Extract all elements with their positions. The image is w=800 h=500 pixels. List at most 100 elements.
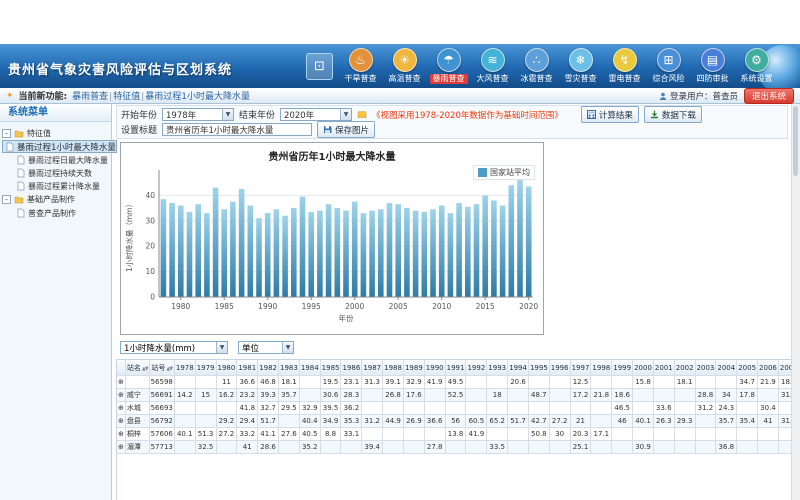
value-cell: 18.6	[612, 389, 633, 402]
tree-item[interactable]: 暴雨过程日最大降水量	[2, 154, 109, 167]
row-expand-icon[interactable]: ⊕	[117, 389, 125, 402]
col-station-id[interactable]: 站号▲▼	[149, 360, 174, 376]
value-cell	[174, 441, 195, 454]
end-year-select[interactable]: 2020年▼	[280, 108, 352, 121]
tree-item[interactable]: 暴雨过程累计降水量	[2, 180, 109, 193]
col-year-1992[interactable]: 1992	[466, 360, 487, 376]
tree-group[interactable]: -特征值	[2, 126, 109, 140]
calculate-button[interactable]: 计算结果	[581, 106, 639, 123]
nav-item-settings[interactable]: ⚙系统设置	[736, 48, 777, 84]
col-year-2002[interactable]: 2002	[674, 360, 695, 376]
data-download-button[interactable]: 数据下载	[644, 106, 702, 123]
col-year-1988[interactable]: 1988	[383, 360, 404, 376]
col-year-1981[interactable]: 1981	[237, 360, 258, 376]
nav-item-label: 系统设置	[741, 74, 773, 84]
value-cell: 32.9	[403, 376, 424, 389]
row-expand-icon[interactable]: ⊕	[117, 415, 125, 428]
col-year-1982[interactable]: 1982	[258, 360, 279, 376]
col-year-1996[interactable]: 1996	[549, 360, 570, 376]
svg-text:2015: 2015	[476, 302, 495, 311]
col-year-1990[interactable]: 1990	[424, 360, 445, 376]
col-year-2000[interactable]: 2000	[633, 360, 654, 376]
save-image-button[interactable]: 保存图片	[317, 121, 375, 138]
col-year-1980[interactable]: 1980	[216, 360, 237, 376]
value-cell	[174, 402, 195, 415]
station-id-cell: 56691	[149, 389, 174, 402]
value-cell	[674, 428, 695, 441]
col-year-1983[interactable]: 1983	[279, 360, 300, 376]
row-expand-icon[interactable]: ⊕	[117, 376, 125, 389]
value-cell	[549, 389, 570, 402]
col-year-1991[interactable]: 1991	[445, 360, 466, 376]
breadcrumb-tab[interactable]: 暴雨过程1小时最大降水量	[145, 92, 250, 102]
nav-item-risk[interactable]: ⊞综合风险	[648, 48, 689, 84]
value-cell: 31.3	[362, 376, 383, 389]
download-icon	[650, 110, 659, 119]
col-year-1986[interactable]: 1986	[341, 360, 362, 376]
value-cell: 39.3	[258, 389, 279, 402]
value-cell	[633, 402, 654, 415]
col-year-1984[interactable]: 1984	[299, 360, 320, 376]
nav-home-button[interactable]: ⊡	[306, 53, 333, 80]
col-year-1985[interactable]: 1985	[320, 360, 341, 376]
start-year-select[interactable]: 1978年▼	[162, 108, 234, 121]
col-year-1995[interactable]: 1995	[528, 360, 549, 376]
col-year-2003[interactable]: 2003	[695, 360, 716, 376]
tree-group[interactable]: -基础产品制作	[2, 193, 109, 207]
collapse-icon[interactable]: -	[2, 195, 11, 204]
col-year-1978[interactable]: 1978	[174, 360, 195, 376]
nav-item-drought[interactable]: ♨干旱普查	[340, 48, 381, 84]
col-year-1993[interactable]: 1993	[487, 360, 508, 376]
col-year-1979[interactable]: 1979	[195, 360, 216, 376]
value-cell: 39.5	[320, 402, 341, 415]
breadcrumb-tab[interactable]: 暴雨普查	[72, 92, 108, 102]
col-year-2001[interactable]: 2001	[653, 360, 674, 376]
breadcrumb-tab[interactable]: 特征值	[113, 92, 140, 102]
col-year-2004[interactable]: 2004	[716, 360, 737, 376]
nav-item-hail[interactable]: ∴冰雹普查	[516, 48, 557, 84]
col-year-1999[interactable]: 1999	[612, 360, 633, 376]
nav-item-lightning[interactable]: ↯雷电普查	[604, 48, 645, 84]
element-filter-select[interactable]: 1小时降水量(mm)▼	[120, 341, 228, 354]
table-row[interactable]: ⊕威宁5669114.21516.223.239.335.730.628.326…	[117, 389, 793, 402]
col-year-1997[interactable]: 1997	[570, 360, 591, 376]
col-year-2005[interactable]: 2005	[737, 360, 758, 376]
unit-filter-select[interactable]: 单位▼	[238, 341, 294, 354]
col-year-1998[interactable]: 1998	[591, 360, 612, 376]
logout-button[interactable]: 退出系统	[744, 88, 794, 104]
col-year-1989[interactable]: 1989	[403, 360, 424, 376]
nav-item-approval[interactable]: ▤四防审批	[692, 48, 733, 84]
value-cell: 24.3	[716, 402, 737, 415]
col-year-1987[interactable]: 1987	[362, 360, 383, 376]
nav-item-heat[interactable]: ☀高温普查	[384, 48, 425, 84]
tree-item[interactable]: 普查产品制作	[2, 207, 109, 220]
value-cell	[674, 389, 695, 402]
value-cell	[424, 389, 445, 402]
col-station-name[interactable]: 站名▲▼	[125, 360, 149, 376]
vertical-scrollbar[interactable]	[791, 104, 800, 500]
tree-item[interactable]: 暴雨过程持续天数	[2, 167, 109, 180]
col-year-1994[interactable]: 1994	[508, 360, 529, 376]
col-year-2006[interactable]: 2006	[758, 360, 779, 376]
value-cell: 33.1	[341, 428, 362, 441]
nav-item-wind[interactable]: ≋大风普查	[472, 48, 513, 84]
row-expand-icon[interactable]: ⊕	[117, 441, 125, 454]
value-cell: 28.6	[258, 441, 279, 454]
row-expand-icon[interactable]: ⊕	[117, 428, 125, 441]
chevron-down-icon: ▼	[222, 109, 233, 120]
chart-title-input[interactable]	[162, 123, 312, 136]
value-cell: 46	[612, 415, 633, 428]
collapse-icon[interactable]: -	[2, 129, 11, 138]
tree-item[interactable]: 暴雨过程1小时最大降水量	[2, 140, 117, 153]
nav-item-snow[interactable]: ❄雪灾普查	[560, 48, 601, 84]
table-row[interactable]: ⊕565981136.646.818.119.523.131.339.132.9…	[117, 376, 793, 389]
table-row[interactable]: ⊕水城5669341.832.729.532.939.536.246.533.6…	[117, 402, 793, 415]
table-row[interactable]: ⊕盘县5679229.229.451.740.434.935.331.244.9…	[117, 415, 793, 428]
scrollbar-thumb[interactable]	[793, 106, 798, 176]
chart-title: 贵州省历年1小时最大降水量	[121, 148, 543, 163]
nav-item-rainstorm[interactable]: ☂暴雨普查	[428, 48, 469, 84]
snowflake-icon: ❄	[569, 48, 593, 72]
table-row[interactable]: ⊕桐梓5760640.151.327.233.241.127.640.58.83…	[117, 428, 793, 441]
row-expand-icon[interactable]: ⊕	[117, 402, 125, 415]
table-row[interactable]: ⊕湄潭5771332.54128.635.239.427.833.525.130…	[117, 441, 793, 454]
